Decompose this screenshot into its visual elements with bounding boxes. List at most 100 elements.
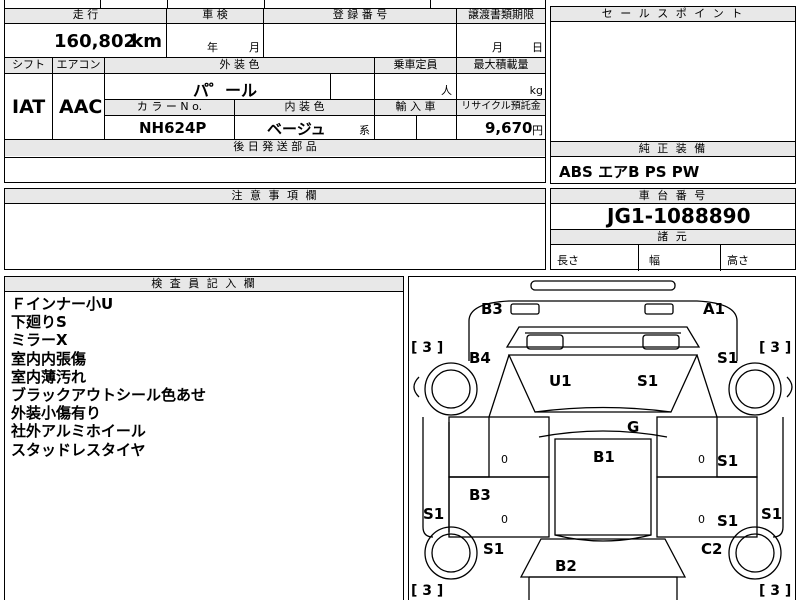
- equipment-box: 純 正 装 備 ABS エアB PS PW: [550, 142, 796, 184]
- mark-b3-top: B3: [481, 300, 503, 318]
- transfer-header: 譲渡書類期限: [457, 8, 545, 24]
- sales-point-header: セ ー ル ス ポ イ ン ト: [551, 7, 795, 22]
- mark-s1-far-right: S1: [761, 505, 783, 523]
- inspection-cell: 年 月: [167, 24, 264, 58]
- later-parts-header: 後 日 発 送 部 品: [5, 140, 545, 156]
- mark-s1-roof: S1: [637, 372, 659, 390]
- bracket-bottom-left: [ 3 ]: [411, 583, 444, 599]
- load-cell: kg: [457, 74, 545, 100]
- ac-header: エアコン: [53, 58, 105, 74]
- mark-g: G: [627, 418, 640, 436]
- tire-mark-right: 0: [698, 453, 705, 466]
- inspector-line: ブラックアウトシール色あせ: [11, 386, 207, 405]
- capacity-cell: 人: [375, 74, 457, 100]
- dimension-length: 長さ: [557, 254, 579, 267]
- inspector-list: Ｆインナー小U 下廻りS ミラーX 室内内張傷 室内薄汚れ ブラックアウトシール…: [11, 295, 206, 459]
- mark-u1: U1: [549, 372, 572, 390]
- capacity-unit: 人: [441, 84, 452, 97]
- interior-cell: ベージュ 系: [235, 116, 375, 140]
- recycle-value: 9,670: [485, 119, 533, 137]
- shift-cell: IAT: [5, 74, 53, 140]
- color-cell: パ゜ール: [105, 74, 331, 100]
- mark-b1: B1: [593, 448, 615, 466]
- ac-cell: AAC: [53, 74, 105, 140]
- inspector-line: 社外アルミホイール: [11, 422, 146, 441]
- transfer-month: 月: [492, 41, 503, 54]
- color-extra-cell: [331, 74, 375, 100]
- equipment-value: ABS エアB PS PW: [559, 163, 700, 181]
- inspector-line: Ｆインナー小U: [11, 295, 114, 313]
- car-diagram-box: B3 A1 [ 3 ] [ 3 ] B4 S1 U1 S1 G B1 0 0 S…: [408, 276, 796, 600]
- tire-mark-left-low: 0: [501, 513, 508, 526]
- inspector-line: 下廻りS: [11, 313, 67, 332]
- mark-s1-right-top: S1: [717, 349, 739, 367]
- tire-mark-left: 0: [501, 453, 508, 466]
- transfer-cell: 月 日: [457, 24, 545, 58]
- dimension-width: 幅: [649, 254, 660, 267]
- mark-c2: C2: [701, 540, 723, 558]
- chassis-header: 車 台 番 号: [551, 189, 795, 204]
- notes-header: 注 意 事 項 欄: [5, 189, 545, 204]
- bracket-bottom-right: [ 3 ]: [759, 583, 792, 599]
- transfer-day: 日: [532, 41, 543, 54]
- tire-mark-right-low: 0: [698, 513, 705, 526]
- inspector-header: 検 査 員 記 入 欄: [5, 277, 403, 292]
- car-outline-diagram: [413, 280, 793, 600]
- recycle-header: リサイクル預託金: [457, 100, 545, 116]
- recycle-unit: 円: [532, 124, 543, 137]
- mark-a1: A1: [703, 300, 726, 318]
- import-cell-a: [375, 116, 417, 140]
- inspector-line: 室内薄汚れ: [11, 367, 87, 386]
- colorno-header: カ ラ ー N o.: [105, 100, 235, 116]
- mileage-header: 走 行: [5, 8, 167, 24]
- mark-b4: B4: [469, 349, 491, 367]
- interior-value: ベージュ: [267, 120, 326, 138]
- registration-cell: [264, 24, 457, 58]
- inspection-header: 車 検: [167, 8, 264, 24]
- import-cell-b: [417, 116, 457, 140]
- recycle-cell: 9,670 円: [457, 116, 545, 140]
- dimensions-header: 諸 元: [551, 230, 795, 245]
- colorno-cell: NH624P: [105, 116, 235, 140]
- inspector-box: 検 査 員 記 入 欄 Ｆインナー小U 下廻りS ミラーX 室内内張傷 室内薄汚…: [4, 276, 404, 600]
- mark-s1-right-mid: S1: [717, 452, 739, 470]
- vehicle-info-table: 走 行 車 検 登 録 番 号 譲渡書類期限 160,802 km 年 月 月 …: [4, 0, 546, 158]
- load-header: 最大積載量: [457, 58, 545, 74]
- shift-value: IAT: [12, 96, 46, 118]
- inspection-year: 年: [207, 41, 218, 54]
- mark-s1-right-low: S1: [717, 512, 739, 530]
- mileage-unit: km: [131, 31, 162, 52]
- color-header: 外 装 色: [105, 58, 375, 74]
- later-parts-box: [4, 157, 546, 183]
- color-value: パ゜ール: [193, 81, 258, 100]
- registration-header: 登 録 番 号: [264, 8, 457, 24]
- mark-b3-left: B3: [469, 486, 491, 504]
- equipment-header: 純 正 装 備: [551, 142, 795, 157]
- mileage-cell: 160,802 km: [5, 24, 167, 58]
- import-header: 輸 入 車: [375, 100, 457, 116]
- dimensions-box: 諸 元 長さ 幅 高さ: [550, 229, 796, 271]
- mark-s1-left: S1: [423, 505, 445, 523]
- mark-b2: B2: [555, 557, 577, 575]
- ac-value: AAC: [59, 96, 103, 118]
- inspector-line: 室内内張傷: [11, 349, 87, 368]
- inspector-line: 外装小傷有り: [11, 404, 102, 423]
- bracket-top-left: [ 3 ]: [411, 340, 444, 356]
- interior-header: 内 装 色: [235, 100, 375, 116]
- sales-point-box: セ ー ル ス ポ イ ン ト: [550, 6, 796, 142]
- inspector-line: スタッドレスタイヤ: [11, 440, 146, 459]
- mileage-value: 160,802: [54, 31, 136, 52]
- shift-header: シフト: [5, 58, 53, 74]
- capacity-header: 乗車定員: [375, 58, 457, 74]
- mark-s1-left-wheel: S1: [483, 540, 505, 558]
- chassis-value: JG1-1088890: [607, 204, 751, 228]
- dimension-height: 高さ: [727, 254, 749, 267]
- inspection-month: 月: [249, 41, 260, 54]
- notes-box: 注 意 事 項 欄: [4, 188, 546, 270]
- colorno-value: NH624P: [139, 119, 207, 137]
- chassis-box: 車 台 番 号 JG1-1088890: [550, 188, 796, 230]
- interior-suffix: 系: [359, 124, 370, 137]
- bracket-top-right: [ 3 ]: [759, 340, 792, 356]
- load-unit: kg: [529, 84, 543, 97]
- inspector-line: ミラーX: [11, 331, 68, 350]
